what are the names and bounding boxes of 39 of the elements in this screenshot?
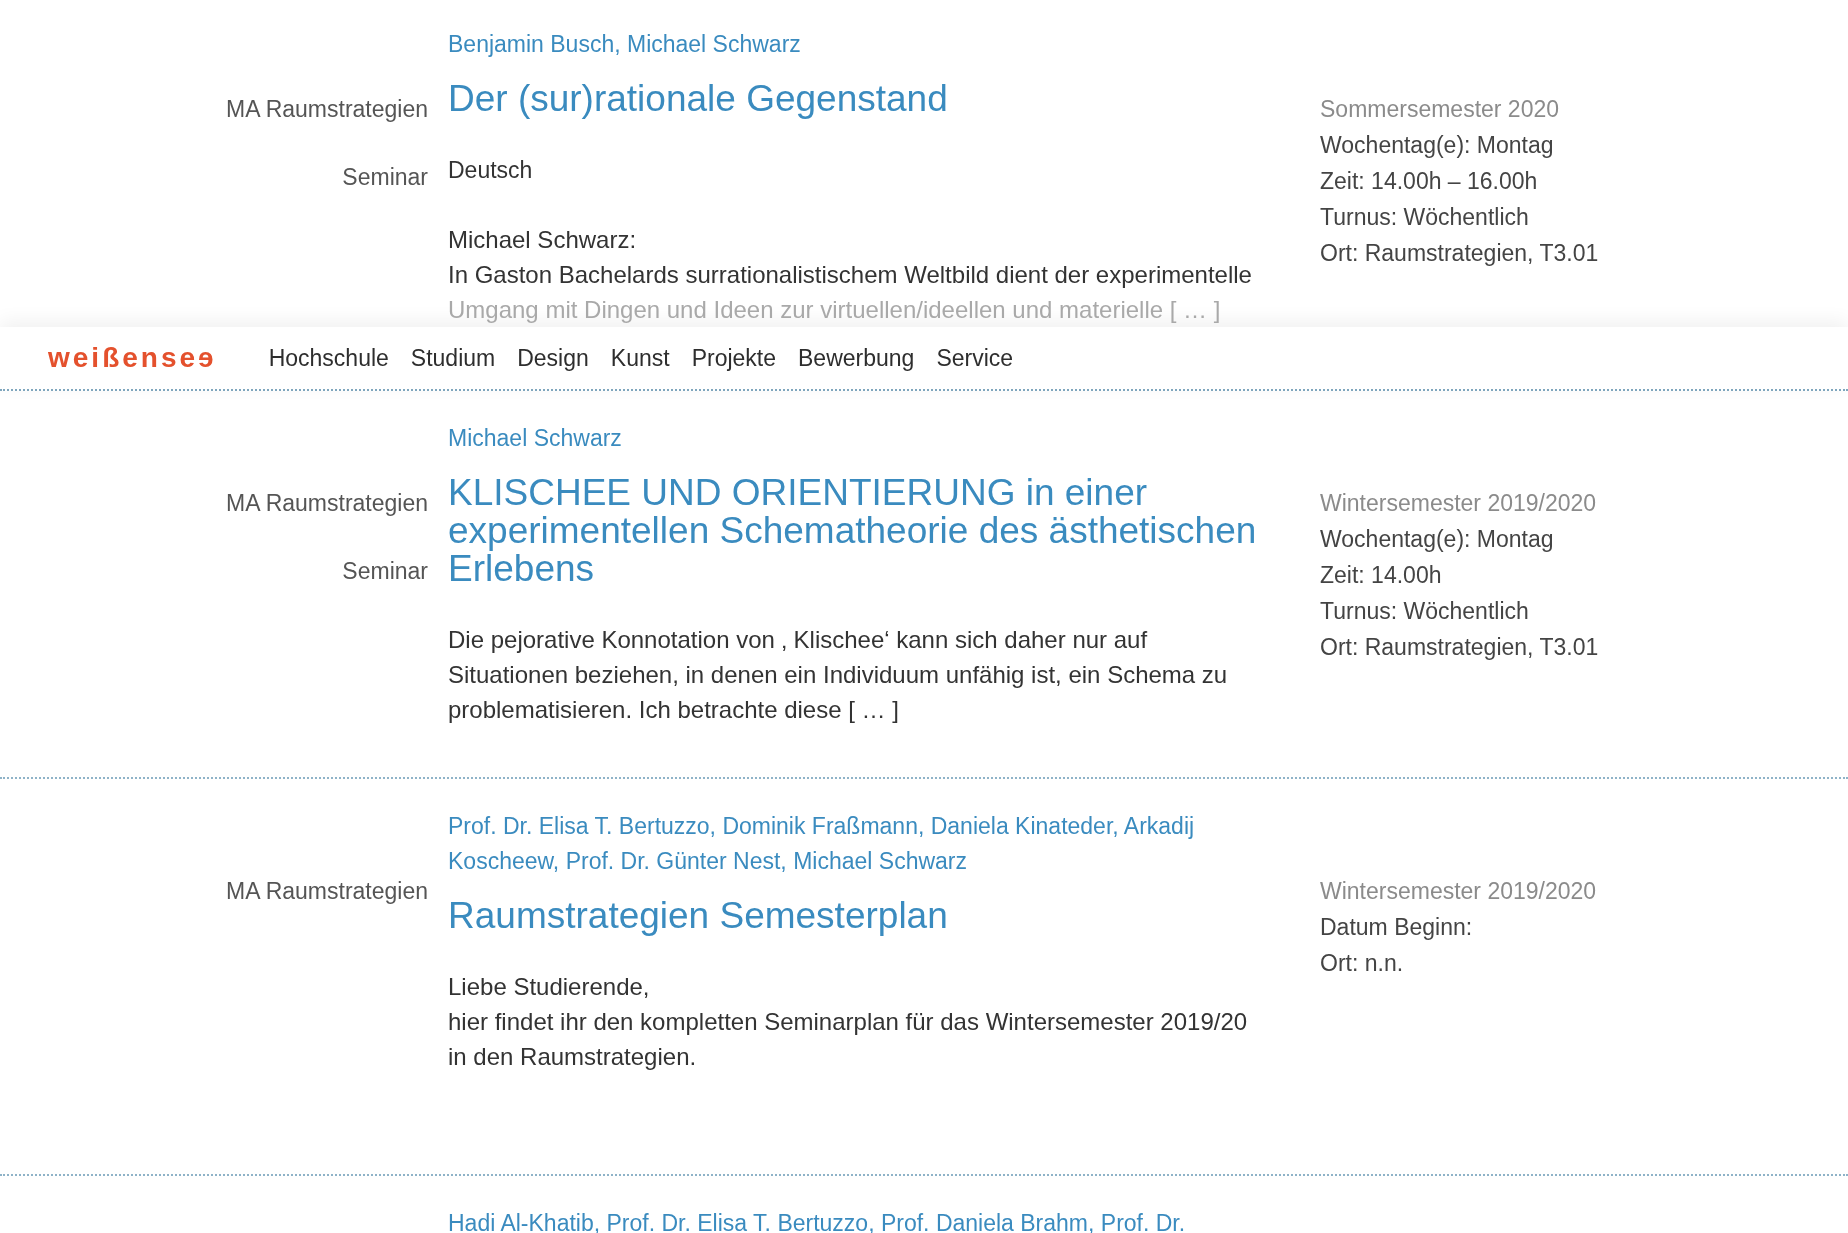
course-title[interactable]: Der (sur)rationale Gegenstand [448, 80, 948, 118]
semester-text: Wintersemester 2019/2020 [1320, 489, 1597, 518]
category-label: MA Raumstrategien [226, 95, 428, 124]
schedule-detail: Wochentag(e): Montag [1320, 131, 1554, 160]
schedule-detail: Turnus: Wöchentlich [1320, 597, 1529, 626]
schedule-detail: Wochentag(e): Montag [1320, 525, 1554, 554]
schedule-detail: Zeit: 14.00h [1320, 561, 1442, 590]
authors-link[interactable]: Benjamin Busch, Michael Schwarz [448, 27, 801, 62]
nav-link[interactable]: Bewerbung [798, 344, 915, 372]
description-text: Umgang mit Dingen und Ideen zur virtuellen/ideellen und materielle [ … ] [448, 295, 1222, 325]
category-label: Seminar [342, 557, 428, 586]
language-text: Deutsch [448, 156, 533, 185]
schedule-detail: Zeit: 14.00h – 16.00h [1320, 167, 1538, 196]
semester-text: Sommersemester 2020 [1320, 95, 1560, 124]
authors-link[interactable]: Michael Schwarz [448, 421, 622, 456]
description-text: Liebe Studierende, [448, 972, 651, 1002]
category-label: MA Raumstrategien [226, 489, 428, 518]
course-title[interactable]: Raumstrategien Semesterplan [448, 897, 948, 935]
authors-link[interactable]: Prof. Dr. Elisa T. Bertuzzo, Dominik Fraßmann, Daniela Kinateder, Arkadij Koscheew, Prof. Dr. Günter Nest, Michael Schwarz [448, 809, 1268, 879]
description-text: Die pejorative Konnotation von ‚ Klischee‘ kann sich daher nur auf Situationen beziehen, in denen ein Individuum unfähig ist, ein Schema zu problematisieren. Ich betrachte diese [ … ] [448, 625, 1229, 725]
semester-text: Wintersemester 2019/2020 [1320, 877, 1597, 906]
nav-link[interactable]: Projekte [691, 344, 776, 372]
schedule-detail: Datum Beginn: [1320, 913, 1473, 942]
nav-link[interactable]: Design [517, 344, 589, 372]
category-label: Seminar [342, 163, 428, 192]
course-title[interactable]: KLISCHEE UND ORIENTIERUNG in einer experimentellen Schematheorie des ästhetischen Erlebens [448, 474, 1268, 588]
nav-link[interactable]: Kunst [610, 344, 670, 372]
schedule-detail: Ort: Raumstrategien, T3.01 [1320, 633, 1599, 662]
logo[interactable]: weißenseɘ [48, 342, 217, 374]
description-text: In Gaston Bachelards surrationalistischem Weltbild dient der experimentelle [448, 260, 1252, 290]
schedule-detail: Ort: n.n. [1320, 949, 1404, 978]
nav-link[interactable]: Service [936, 344, 1014, 372]
category-label: MA Raumstrategien [226, 877, 428, 906]
nav-link[interactable]: Studium [410, 344, 496, 372]
description-text: Michael Schwarz: [448, 225, 638, 255]
description-text: hier findet ihr den kompletten Seminarplan für das Wintersemester 2019/20 in den Raumstrategien. [448, 1007, 1249, 1072]
schedule-detail: Turnus: Wöchentlich [1320, 203, 1529, 232]
nav-link[interactable]: Hochschule [268, 344, 389, 372]
schedule-detail: Ort: Raumstrategien, T3.01 [1320, 239, 1599, 268]
